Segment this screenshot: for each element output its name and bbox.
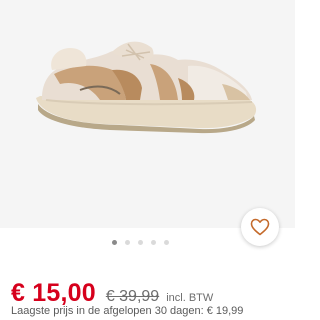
wishlist-button[interactable] bbox=[241, 208, 279, 246]
carousel-dot-1[interactable] bbox=[112, 239, 117, 245]
sale-price: € 15,00 bbox=[11, 279, 96, 307]
carousel-dot-4[interactable] bbox=[151, 239, 156, 245]
lowest-price-note: Laagste prijs in de afgelopen 30 dagen: … bbox=[11, 305, 244, 317]
original-price: € 39,99 bbox=[105, 288, 160, 305]
sneaker-illustration bbox=[36, 41, 257, 134]
carousel-dot-5[interactable] bbox=[164, 239, 169, 245]
vat-note: incl. BTW bbox=[166, 292, 214, 304]
carousel-dots bbox=[112, 239, 169, 245]
carousel-dot-3[interactable] bbox=[138, 239, 143, 245]
carousel-dot-2[interactable] bbox=[125, 239, 130, 245]
product-image[interactable] bbox=[0, 0, 295, 228]
heart-icon bbox=[250, 218, 270, 236]
